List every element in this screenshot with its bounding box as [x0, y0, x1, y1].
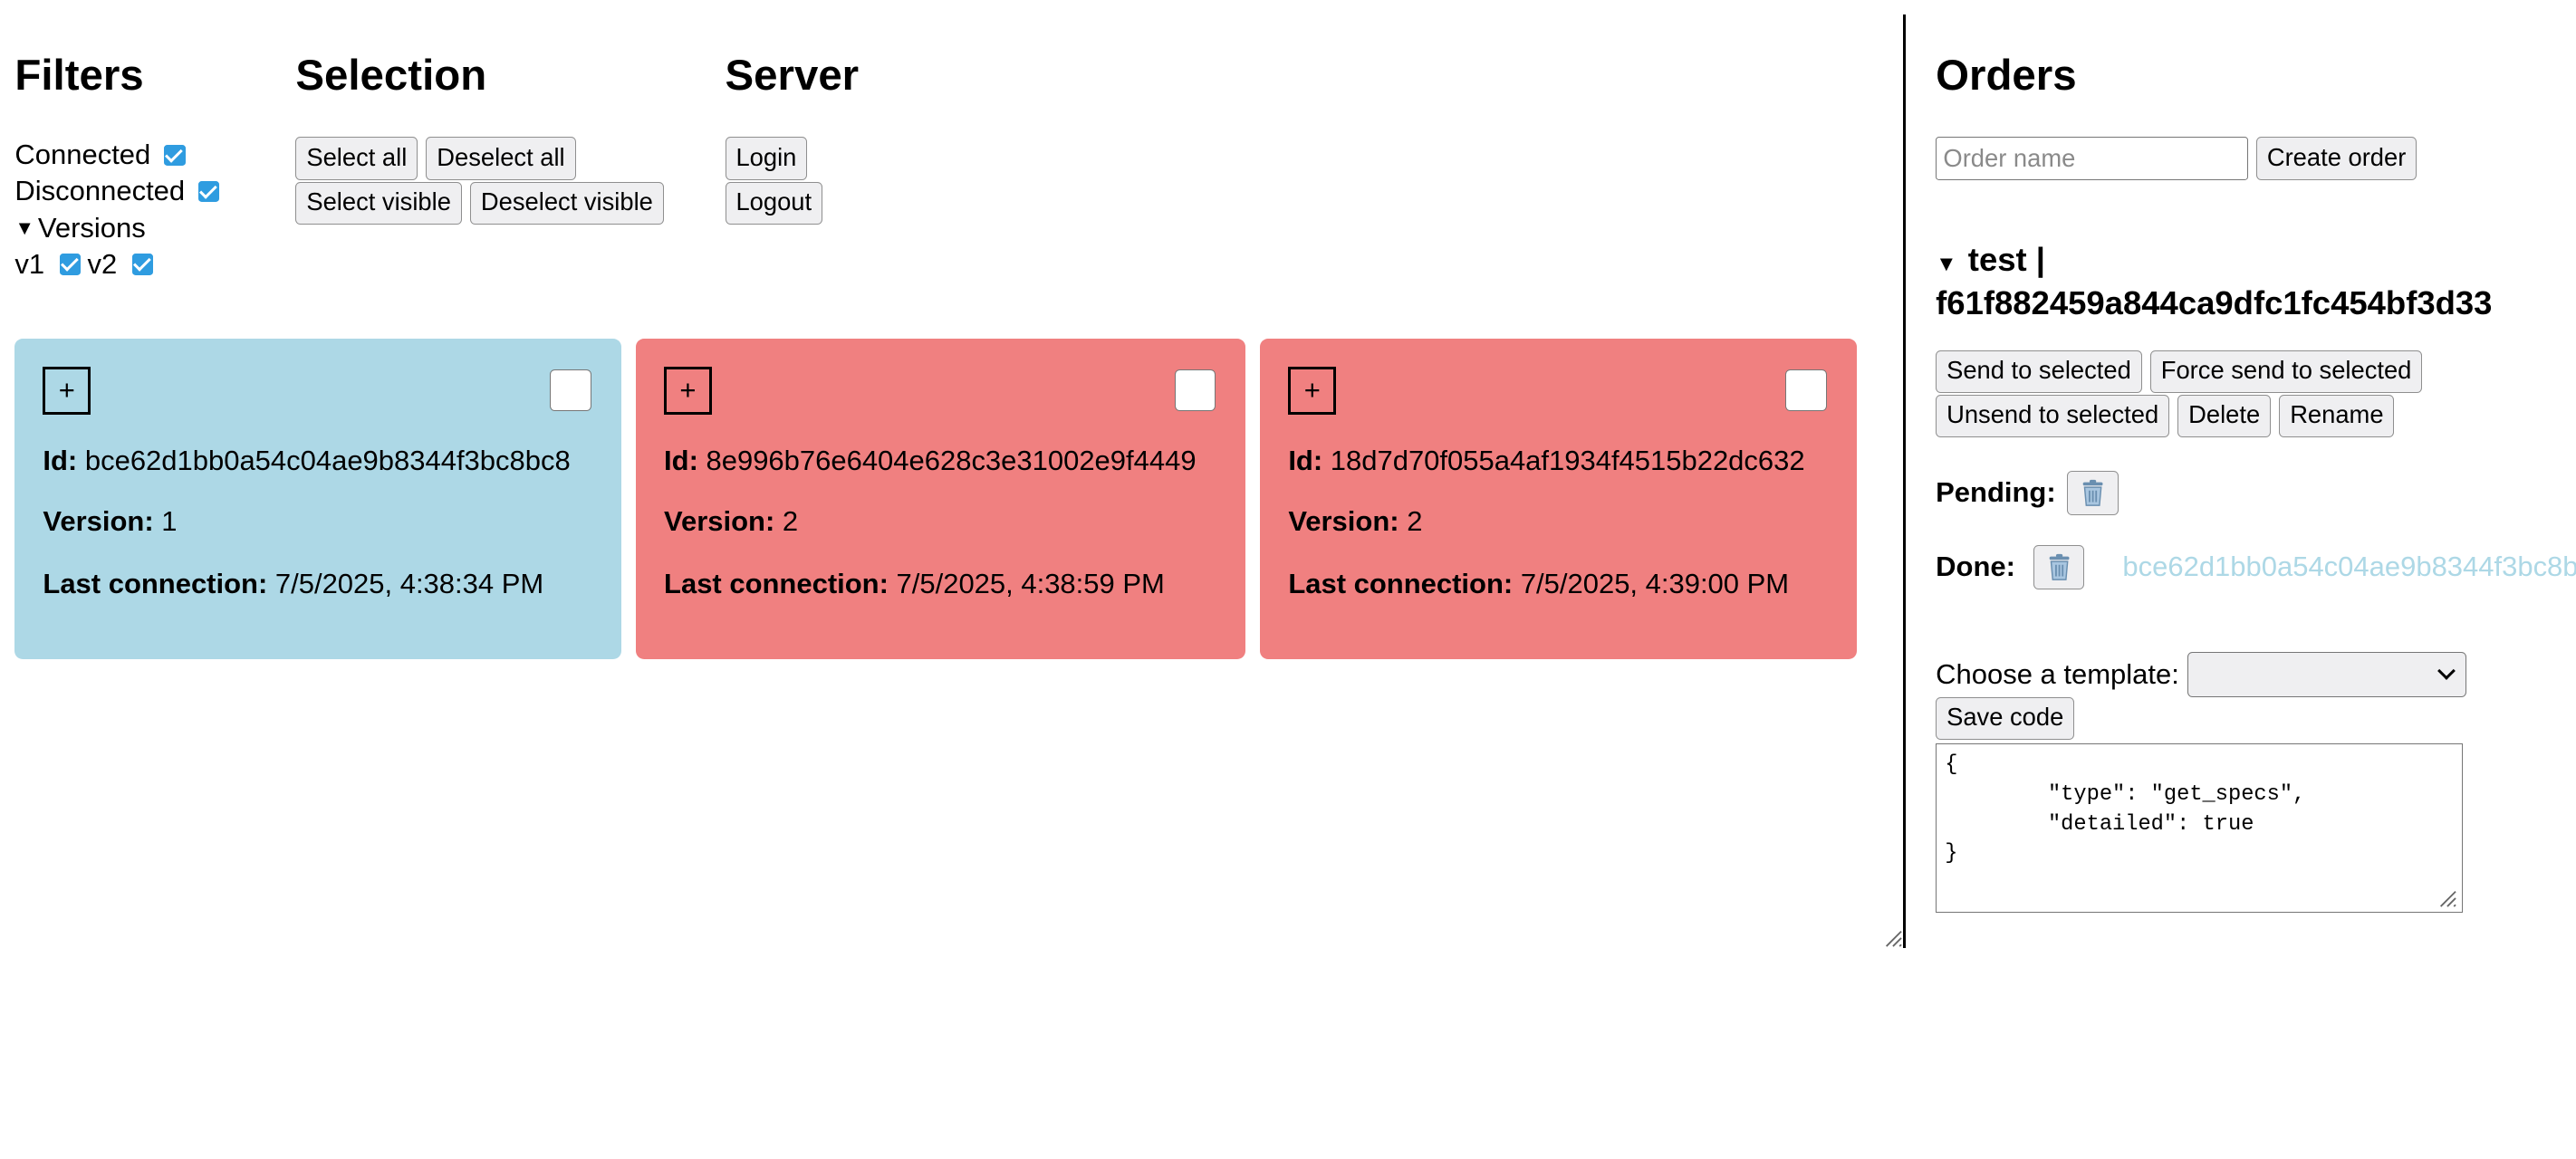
client-last-connection-value: 7/5/2025, 4:38:59 PM: [896, 568, 1165, 600]
filter-connected[interactable]: Connected: [14, 137, 219, 173]
filter-disconnected-checkbox[interactable]: [197, 180, 220, 203]
create-order-form: Create order: [1936, 137, 2417, 180]
client-last-connection-value: 7/5/2025, 4:38:34 PM: [274, 568, 544, 600]
version-v1-label: v1: [14, 247, 45, 280]
client-last-connection-label: Last connection:: [43, 568, 268, 600]
filter-disconnected[interactable]: Disconnected: [14, 173, 220, 209]
done-label: Done:: [1936, 551, 2015, 583]
filter-connected-label: Connected: [14, 139, 151, 171]
client-select-checkbox[interactable]: [1174, 369, 1216, 412]
client-id-value: bce62d1bb0a54c04ae9b8344f3bc8bc8: [84, 444, 571, 476]
template-label: Choose a template:: [1936, 657, 2179, 690]
deselect-visible-button[interactable]: Deselect visible: [469, 181, 664, 225]
client-select-checkbox[interactable]: [1785, 369, 1827, 412]
client-id-line: Id: bce62d1bb0a54c04ae9b8344f3bc8bc8: [43, 445, 570, 477]
version-v2-label: v2: [87, 247, 118, 280]
template-select[interactable]: [2187, 652, 2467, 697]
expand-client-button[interactable]: +: [43, 366, 91, 415]
selection-section: Selection Select all Deselect all Select…: [295, 52, 664, 226]
orders-panel: Orders Create order ▼ test | f61f882459a…: [1936, 0, 2576, 1159]
client-id-label: Id:: [43, 444, 78, 476]
rename-order-button[interactable]: Rename: [2279, 394, 2395, 438]
expand-client-button[interactable]: +: [1288, 366, 1337, 415]
client-id-line: Id: 18d7d70f055a4af1934f4515b22dc632: [1288, 445, 1804, 477]
server-title: Server: [725, 52, 860, 101]
save-code-button[interactable]: Save code: [1936, 696, 2075, 740]
client-version-line: Version: 1: [43, 505, 177, 538]
client-version-line: Version: 2: [664, 505, 798, 538]
client-last-connection-value: 7/5/2025, 4:39:00 PM: [1520, 568, 1790, 600]
versions-list: v1 v2: [14, 246, 219, 283]
template-row: Choose a template:: [1936, 652, 2467, 697]
versions-label: Versions: [37, 211, 146, 244]
order-hash: f61f882459a844ca9dfc1fc454bf3d33: [1936, 284, 2493, 322]
delete-order-button[interactable]: Delete: [2177, 394, 2272, 438]
code-editor-wrap: { "type": "get_specs", "detailed": true …: [1936, 742, 2463, 914]
client-last-connection-label: Last connection:: [664, 568, 889, 600]
filters-section: Filters Connected Disconnected ▼ Version…: [14, 52, 220, 283]
client-card: + Id: 18d7d70f055a4af1934f4515b22dc632 V…: [1260, 338, 1857, 659]
done-client-id: bce62d1bb0a54c04ae9b8344f3bc8bc8: [2122, 551, 2576, 583]
select-visible-button[interactable]: Select visible: [295, 181, 462, 225]
selection-title: Selection: [295, 52, 487, 101]
client-last-connection-line: Last connection: 7/5/2025, 4:39:00 PM: [1288, 568, 1789, 600]
client-id-label: Id:: [664, 444, 698, 476]
panel-resize-handle[interactable]: [1883, 928, 1903, 948]
trash-icon: [2082, 479, 2103, 506]
order-item: ▼ test | f61f882459a844ca9dfc1fc454bf3d3…: [1936, 241, 2576, 322]
force-send-to-selected-button[interactable]: Force send to selected: [2149, 350, 2423, 393]
panel-divider[interactable]: [1902, 14, 1907, 948]
done-row: Done: bce62d1bb0a54c04ae9b8344f3bc8bc8: [1936, 544, 2576, 589]
code-editor[interactable]: { "type": "get_specs", "detailed": true …: [1936, 742, 2463, 914]
order-name: test |: [1967, 241, 2045, 279]
clear-done-button[interactable]: [2033, 544, 2085, 589]
order-header[interactable]: ▼ test | f61f882459a844ca9dfc1fc454bf3d3…: [1936, 241, 2576, 322]
client-version-value: 1: [161, 504, 178, 537]
deselect-all-button[interactable]: Deselect all: [426, 137, 576, 180]
client-last-connection-label: Last connection:: [1288, 568, 1514, 600]
client-last-connection-line: Last connection: 7/5/2025, 4:38:34 PM: [43, 568, 543, 600]
version-v1-checkbox[interactable]: [59, 253, 82, 275]
pending-label: Pending:: [1936, 476, 2056, 509]
create-order-button[interactable]: Create order: [2255, 137, 2417, 180]
send-to-selected-button[interactable]: Send to selected: [1936, 350, 2142, 393]
client-version-line: Version: 2: [1288, 505, 1422, 538]
clear-pending-button[interactable]: [2067, 470, 2119, 515]
client-last-connection-line: Last connection: 7/5/2025, 4:38:59 PM: [664, 568, 1165, 600]
orders-title: Orders: [1936, 52, 2077, 101]
client-card: + Id: bce62d1bb0a54c04ae9b8344f3bc8bc8 V…: [14, 338, 621, 659]
logout-button[interactable]: Logout: [725, 181, 823, 225]
triangle-down-icon: ▼: [14, 216, 35, 239]
save-code-row: Save code: [1936, 696, 2075, 740]
client-version-value: 2: [782, 504, 799, 537]
client-card: + Id: 8e996b76e6404e628c3e31002e9f4449 V…: [636, 338, 1245, 659]
client-version-value: 2: [1407, 504, 1423, 537]
trash-icon: [2049, 553, 2070, 580]
order-actions: Send to selected Force send to selected …: [1936, 350, 2423, 439]
textarea-resize-handle[interactable]: [2437, 888, 2457, 908]
client-version-label: Version:: [1288, 504, 1399, 537]
client-id-label: Id:: [1288, 444, 1323, 476]
unsend-to-selected-button[interactable]: Unsend to selected: [1936, 394, 2170, 438]
client-version-label: Version:: [664, 504, 775, 537]
client-select-checkbox[interactable]: [550, 369, 591, 412]
triangle-down-icon: ▼: [1936, 253, 1957, 277]
client-id-line: Id: 8e996b76e6404e628c3e31002e9f4449: [664, 445, 1197, 477]
order-name-input[interactable]: [1936, 137, 2248, 180]
versions-toggle[interactable]: ▼ Versions: [14, 210, 219, 246]
client-id-value: 8e996b76e6404e628c3e31002e9f4449: [706, 444, 1197, 476]
expand-client-button[interactable]: +: [664, 366, 712, 415]
login-button[interactable]: Login: [725, 137, 808, 180]
select-all-button[interactable]: Select all: [295, 137, 418, 180]
app-root: Filters Connected Disconnected ▼ Version…: [0, 0, 2576, 1159]
version-v2-checkbox[interactable]: [131, 253, 154, 275]
server-section: Server Login Logout: [725, 52, 860, 226]
pending-row: Pending:: [1936, 470, 2119, 515]
client-id-value: 18d7d70f055a4af1934f4515b22dc632: [1330, 444, 1805, 476]
filters-title: Filters: [14, 52, 144, 101]
filter-disconnected-label: Disconnected: [14, 175, 186, 207]
clients-panel: Filters Connected Disconnected ▼ Version…: [0, 0, 1903, 1159]
filter-connected-checkbox[interactable]: [163, 144, 186, 167]
client-version-label: Version:: [43, 504, 154, 537]
